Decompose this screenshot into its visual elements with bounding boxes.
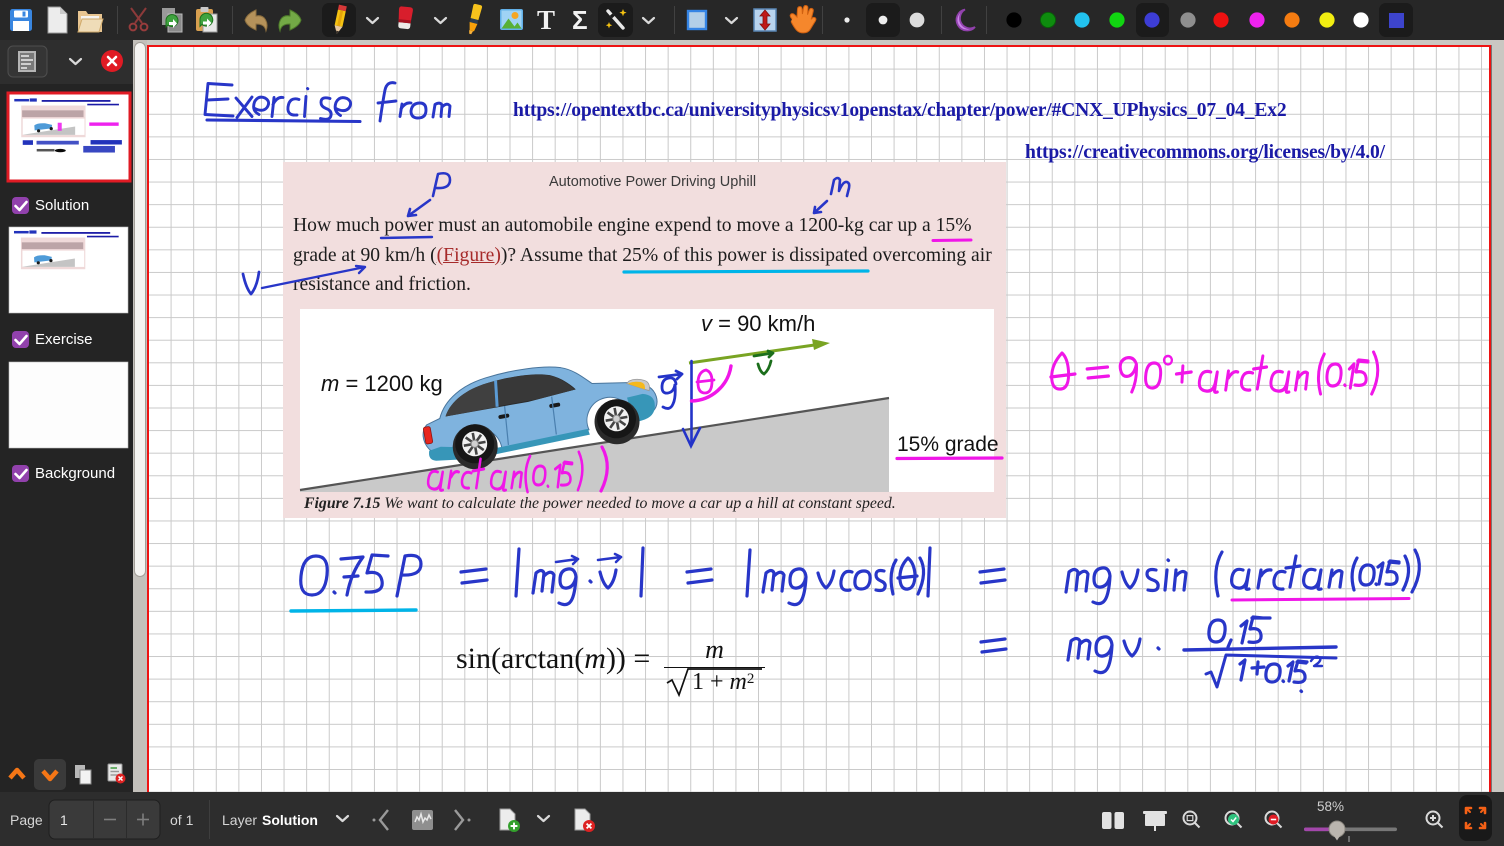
svg-text:1: 1 bbox=[60, 812, 68, 828]
svg-text:58%: 58% bbox=[1317, 799, 1344, 814]
svg-text:Σ: Σ bbox=[572, 5, 588, 35]
svg-text:T: T bbox=[537, 5, 555, 35]
